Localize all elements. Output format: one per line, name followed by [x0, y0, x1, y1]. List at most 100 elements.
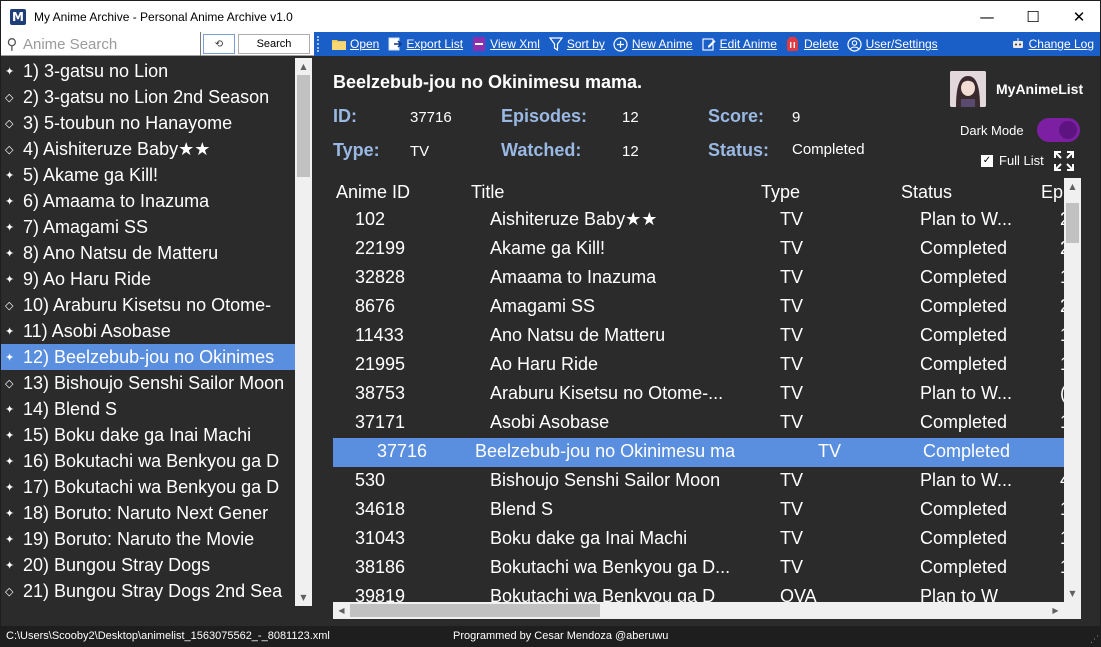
- list-item[interactable]: ✦ 9) Ao Haru Ride: [1, 266, 295, 292]
- list-item[interactable]: ✦ 11) Asobi Asobase: [1, 318, 295, 344]
- list-item[interactable]: ✦ 14) Blend S: [1, 396, 295, 422]
- anime-table[interactable]: Anime ID Title Type Status Epi 102 Aishit…: [333, 178, 1064, 602]
- full-list-checkbox[interactable]: ✓ Full List: [981, 153, 1044, 168]
- toggle-knob: [1059, 121, 1077, 139]
- xml-icon: [471, 36, 487, 52]
- view-xml-button[interactable]: View Xml: [471, 36, 540, 52]
- table-row[interactable]: 31043Boku dake ga Inai MachiTVCompleted1: [333, 525, 1064, 554]
- list-item[interactable]: ✦ 8) Ano Natsu de Matteru: [1, 240, 295, 266]
- table-row[interactable]: 8676Amagami SSTVCompleted2: [333, 293, 1064, 322]
- delete-button[interactable]: Delete: [785, 36, 839, 52]
- bullet-icon: ✦: [5, 246, 15, 260]
- table-row[interactable]: 11433Ano Natsu de MatteruTVCompleted1: [333, 322, 1064, 351]
- column-header-type[interactable]: Type: [761, 182, 800, 203]
- cell-anime-id: 37171: [355, 412, 406, 432]
- cell-type: TV: [780, 267, 804, 287]
- column-header-status[interactable]: Status: [901, 182, 952, 203]
- bullet-icon: ✦: [5, 350, 15, 364]
- bullet-icon: ✦: [5, 506, 15, 520]
- cell-anime-id: 21995: [355, 354, 406, 374]
- list-item[interactable]: ◇ 10) Araburu Kisetsu no Otome-: [1, 292, 295, 318]
- scroll-down-arrow-icon[interactable]: ▼: [295, 589, 312, 606]
- plus-icon: [613, 36, 629, 52]
- anime-list[interactable]: ✦ 1) 3-gatsu no Lion ◇ 2) 3-gatsu no Lion 2…: [1, 58, 295, 606]
- list-item[interactable]: ✦ 16) Bokutachi wa Benkyou ga D: [1, 448, 295, 474]
- table-scroll-up-arrow-icon[interactable]: ▲: [1064, 178, 1081, 195]
- table-row[interactable]: 38186 Bokutachi wa Benkyou ga D... TV Compl…: [333, 554, 1064, 583]
- cell-status: Completed: [923, 441, 1011, 461]
- list-item[interactable]: ◇ 3) 5-toubun no Hanayome: [1, 110, 295, 136]
- table-row[interactable]: 38753 Araburu Kisetsu no Otome-... TV Plan …: [333, 380, 1064, 409]
- table-row[interactable]: 39819 Bokutachi wa Benkyou ga D OVA Plan to…: [333, 583, 1064, 602]
- scrollbar-thumb[interactable]: [297, 75, 310, 177]
- table-scroll-right-arrow-icon[interactable]: ▶: [1047, 602, 1064, 619]
- sort-by-button[interactable]: Sort by: [548, 36, 605, 52]
- list-item[interactable]: ◇ 21) Bungou Stray Dogs 2nd Sea: [1, 578, 295, 604]
- close-button[interactable]: ✕: [1056, 1, 1100, 32]
- cell-anime-id: 38186: [355, 557, 406, 577]
- user-icon: [847, 36, 863, 52]
- table-scroll-down-arrow-icon[interactable]: ▼: [1064, 585, 1081, 602]
- type-label: Type:: [333, 140, 380, 160]
- table-vertical-scrollbar[interactable]: ▲ ▼: [1064, 178, 1081, 602]
- scroll-up-arrow-icon[interactable]: ▲: [295, 58, 312, 75]
- table-row[interactable]: 22199Akame ga Kill!TVCompleted2: [333, 235, 1064, 264]
- minimize-button[interactable]: —: [964, 1, 1010, 32]
- cell-title: Boku dake ga Inai Machi: [490, 528, 688, 548]
- list-item-label: 3) 5-toubun no Hanayome: [23, 112, 233, 133]
- table-row[interactable]: 21995Ao Haru RideTVCompleted1: [333, 351, 1064, 380]
- list-item[interactable]: ✦ 19) Boruto: Naruto the Movie: [1, 526, 295, 552]
- list-item[interactable]: ✦ 17) Bokutachi wa Benkyou ga D: [1, 474, 295, 500]
- list-item-label: 8) Ano Natsu de Matteru: [23, 242, 219, 263]
- mal-avatar[interactable]: [950, 71, 986, 107]
- cell-type: TV: [780, 325, 804, 345]
- search-button[interactable]: Search: [238, 34, 310, 54]
- list-item[interactable]: ✦ 1) 3-gatsu no Lion: [1, 58, 295, 84]
- list-item[interactable]: ✦ 7) Amagami SS: [1, 214, 295, 240]
- column-header-anime-id[interactable]: Anime ID: [336, 182, 410, 203]
- anime-list-scrollbar[interactable]: ▲ ▼: [295, 58, 312, 606]
- dark-mode-toggle[interactable]: [1037, 118, 1080, 142]
- column-header-episodes[interactable]: Epi: [1041, 182, 1064, 203]
- expand-icon[interactable]: [1053, 150, 1075, 172]
- table-hscroll-thumb[interactable]: [350, 604, 600, 617]
- table-scroll-left-arrow-icon[interactable]: ◀: [333, 602, 350, 619]
- list-item[interactable]: ✦ 20) Bungou Stray Dogs: [1, 552, 295, 578]
- toolbar-grip[interactable]: [317, 36, 323, 52]
- edit-anime-button[interactable]: Edit Anime: [701, 36, 777, 52]
- table-vscroll-thumb[interactable]: [1066, 203, 1079, 243]
- search-field[interactable]: ⚲: [1, 32, 201, 56]
- list-item[interactable]: ✦ 12) Beelzebub-jou no Okinimes: [1, 344, 295, 370]
- table-horizontal-scrollbar[interactable]: ◀ ▶: [333, 602, 1064, 619]
- list-item[interactable]: ◇ 4) Aishiteruze Baby★★: [1, 136, 295, 162]
- list-item[interactable]: ✦ 5) Akame ga Kill!: [1, 162, 295, 188]
- cell-title: Akame ga Kill!: [490, 238, 606, 258]
- list-item[interactable]: ◇ 2) 3-gatsu no Lion 2nd Season: [1, 84, 295, 110]
- table-row[interactable]: 32828Amaama to InazumaTVCompleted1: [333, 264, 1064, 293]
- resize-grip-icon[interactable]: ⋰: [1090, 635, 1099, 645]
- export-list-button[interactable]: Export List: [387, 36, 463, 52]
- open-button[interactable]: Open: [331, 36, 379, 52]
- table-row[interactable]: 102Aishiteruze Baby★★TVPlan to W...2: [333, 206, 1064, 235]
- list-item[interactable]: ✦ 6) Amaama to Inazuma: [1, 188, 295, 214]
- list-item[interactable]: ✦ 15) Boku dake ga Inai Machi: [1, 422, 295, 448]
- change-log-button[interactable]: Change Log: [1010, 36, 1094, 52]
- myanimelist-label[interactable]: MyAnimeList: [996, 81, 1083, 97]
- reset-search-button[interactable]: ⟲: [203, 34, 235, 54]
- table-row[interactable]: 34618Blend STVCompleted1: [333, 496, 1064, 525]
- search-input[interactable]: [23, 35, 198, 53]
- table-row[interactable]: 530 Bishoujo Senshi Sailor Moon TV Plan to …: [333, 467, 1064, 496]
- user-settings-button[interactable]: User/Settings: [847, 36, 938, 52]
- status-label: Status:: [708, 140, 770, 160]
- list-item-label: 11) Asobi Asobase: [23, 320, 171, 341]
- list-item[interactable]: ✦ 18) Boruto: Naruto Next Gener: [1, 500, 295, 526]
- list-item-label: 12) Beelzebub-jou no Okinimes: [23, 346, 275, 367]
- cell-status: Plan to W: [920, 586, 999, 602]
- list-item[interactable]: ◇ 13) Bishoujo Senshi Sailor Moon: [1, 370, 295, 396]
- table-row[interactable]: 37716 Beelzebub-jou no Okinimesu ma TV Comp…: [333, 438, 1064, 467]
- new-anime-button[interactable]: New Anime: [613, 36, 693, 52]
- maximize-button[interactable]: ☐: [1010, 1, 1056, 32]
- list-item-label: 14) Blend S: [23, 398, 118, 419]
- column-header-title[interactable]: Title: [471, 182, 504, 203]
- table-row[interactable]: 37171Asobi AsobaseTVCompleted1: [333, 409, 1064, 438]
